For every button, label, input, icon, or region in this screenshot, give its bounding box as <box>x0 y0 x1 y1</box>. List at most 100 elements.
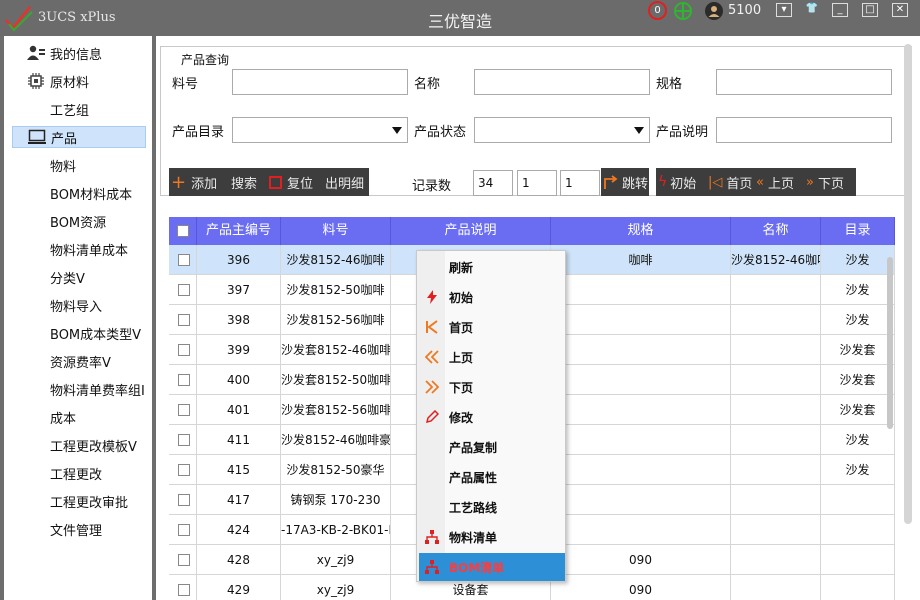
minimize-button[interactable]: _ <box>832 3 848 17</box>
sidebar-item[interactable]: BOM资源 <box>12 210 146 232</box>
row-checkbox[interactable] <box>178 434 190 446</box>
row-checkbox[interactable] <box>178 284 190 296</box>
column-header[interactable]: 规格 <box>551 217 731 245</box>
search-button[interactable]: 搜索 <box>231 168 257 196</box>
page-scrollbar[interactable] <box>904 44 912 524</box>
row-checkbox[interactable] <box>178 404 190 416</box>
hierarchy-icon <box>419 530 445 544</box>
row-checkbox[interactable] <box>178 314 190 326</box>
catalog-label: 产品目录 <box>172 125 225 140</box>
reset-button[interactable]: 复位 <box>269 168 313 196</box>
globe-icon[interactable] <box>673 1 693 21</box>
sidebar-item[interactable]: 原材料 <box>12 70 146 92</box>
context-menu-item[interactable]: 刷新 <box>419 253 565 281</box>
sidebar-item[interactable]: 物料清单费率组I <box>12 378 146 400</box>
row-checkbox[interactable] <box>178 464 190 476</box>
context-menu-item[interactable]: 产品复制 <box>419 433 565 461</box>
sidebar-item[interactable]: BOM成本类型V <box>12 322 146 344</box>
table-cell-item: 沙发8152-46咖啡豪华 <box>281 425 391 455</box>
sidebar-item[interactable]: 产品 <box>12 126 146 148</box>
record-count-field[interactable]: 34 <box>473 170 513 196</box>
row-checkbox[interactable] <box>178 344 190 356</box>
table-cell-name <box>731 455 821 485</box>
column-header[interactable]: 目录 <box>821 217 895 245</box>
jump-arrow-icon <box>604 175 618 189</box>
pencil-icon <box>419 410 445 424</box>
context-menu-item[interactable]: 下页 <box>419 373 565 401</box>
action-toolbar: + 添加 搜索 复位 出明细 <box>169 168 369 196</box>
table-cell-name <box>731 515 821 545</box>
row-checkbox[interactable] <box>178 524 190 536</box>
context-menu-item[interactable]: 首页 <box>419 313 565 341</box>
table-cell-item: 沙发8152-50咖啡 <box>281 275 391 305</box>
item-no-input[interactable] <box>232 69 408 95</box>
row-checkbox[interactable] <box>178 494 190 506</box>
row-checkbox[interactable] <box>178 254 190 266</box>
row-checkbox[interactable] <box>178 374 190 386</box>
context-menu-item[interactable]: 上页 <box>419 343 565 371</box>
add-button[interactable]: + 添加 <box>171 168 217 196</box>
record-count-label: 记录数 <box>412 179 452 194</box>
shirt-icon[interactable]: 👕 <box>804 3 820 17</box>
context-menu-item[interactable]: 工艺路线 <box>419 493 565 521</box>
row-checkbox[interactable] <box>178 584 190 596</box>
sidebar-item[interactable]: 文件管理 <box>12 518 146 540</box>
column-header[interactable]: 名称 <box>731 217 821 245</box>
name-input[interactable] <box>474 69 650 95</box>
table-cell-id: 424 <box>197 515 281 545</box>
column-header[interactable]: 料号 <box>281 217 391 245</box>
row-checkbox[interactable] <box>178 554 190 566</box>
context-menu-label: 刷新 <box>449 260 474 275</box>
export-button[interactable]: 出明细 <box>325 168 367 196</box>
status-select[interactable] <box>474 117 650 143</box>
table-cell-name <box>731 485 821 515</box>
table-cell-id: 415 <box>197 455 281 485</box>
catalog-select[interactable] <box>232 117 408 143</box>
page-index-field[interactable]: 1 <box>517 170 557 196</box>
first-page-button[interactable]: |◁ 首页 <box>708 168 752 196</box>
notification-badge[interactable]: 0 <box>648 1 667 20</box>
context-menu-item[interactable]: 初始 <box>419 283 565 311</box>
column-header[interactable]: 产品主编号 <box>197 217 281 245</box>
jump-button[interactable]: 跳转 <box>601 168 649 196</box>
sidebar-item[interactable]: 物料 <box>12 154 146 176</box>
table-cell-name: 沙发8152-46咖啡 <box>731 245 821 275</box>
sidebar-item[interactable]: 工程更改 <box>12 462 146 484</box>
close-button[interactable]: ✕ <box>892 3 908 17</box>
column-header[interactable]: 产品说明 <box>391 217 551 245</box>
dropdown-window-button[interactable]: ▾ <box>776 3 792 17</box>
sidebar-item[interactable]: 工艺组 <box>12 98 146 120</box>
spec-input[interactable] <box>716 69 892 95</box>
table-header: 产品主编号 料号 产品说明 规格 名称 目录 <box>169 217 895 245</box>
sidebar-item[interactable]: 物料导入 <box>12 294 146 316</box>
plus-icon: + <box>171 171 187 193</box>
sidebar-item[interactable]: 工程更改审批 <box>12 490 146 512</box>
sidebar-item-label: 工艺组 <box>50 103 90 119</box>
init-button[interactable]: ϟ 初始 <box>658 168 696 196</box>
context-menu-item[interactable]: BOM清单 <box>419 553 565 581</box>
sidebar-item[interactable]: BOM材料成本 <box>12 182 146 204</box>
sidebar-item[interactable]: 分类V <box>12 266 146 288</box>
desc-input[interactable] <box>716 117 892 143</box>
row-checkbox-cell <box>169 395 197 425</box>
sidebar-item[interactable]: 资源费率V <box>12 350 146 372</box>
sidebar-item[interactable]: 成本 <box>12 406 146 428</box>
context-menu-item[interactable]: 修改 <box>419 403 565 431</box>
prev-page-button[interactable]: « 上页 <box>756 168 794 196</box>
next-page-button[interactable]: » 下页 <box>806 168 844 196</box>
spec-label: 规格 <box>656 77 683 92</box>
user-avatar-icon[interactable] <box>705 2 723 20</box>
sidebar-item[interactable]: 物料清单成本 <box>12 238 146 260</box>
sidebar-item-label: 物料清单费率组I <box>50 383 145 399</box>
context-menu-item[interactable]: 产品属性 <box>419 463 565 491</box>
row-checkbox-cell <box>169 275 197 305</box>
sidebar-item[interactable]: 我的信息 <box>12 42 146 64</box>
table-cell-catalog: 沙发 <box>821 245 895 275</box>
page-total-field[interactable]: 1 <box>560 170 600 196</box>
maximize-button[interactable]: □ <box>862 3 878 17</box>
table-cell-item: xy_zj9 <box>281 575 391 600</box>
table-scrollbar[interactable] <box>887 257 893 429</box>
sidebar-item[interactable]: 工程更改模板V <box>12 434 146 456</box>
select-all-checkbox[interactable] <box>177 225 189 237</box>
context-menu-item[interactable]: 物料清单 <box>419 523 565 551</box>
